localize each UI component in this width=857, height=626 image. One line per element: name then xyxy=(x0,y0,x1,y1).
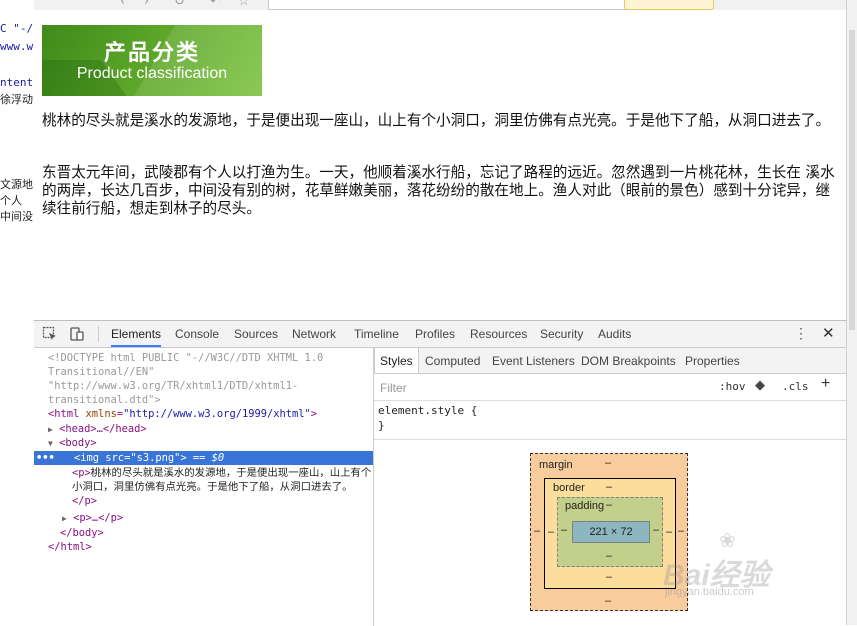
banner-title-en: Product classification xyxy=(76,65,228,82)
head-node[interactable]: ▶ <head>…</head> xyxy=(48,422,373,437)
padding-left-value[interactable]: – xyxy=(561,524,567,536)
p-node-collapsed[interactable]: ▶ <p>…</p> xyxy=(62,511,373,526)
rule-divider xyxy=(374,439,846,440)
html-close-tag[interactable]: </html> xyxy=(48,540,373,554)
bg-fragment: 个人 xyxy=(0,194,22,207)
tab-resources[interactable]: Resources xyxy=(470,321,527,346)
box-model-margin[interactable]: margin – – – – border – – – – padding – … xyxy=(530,453,688,611)
tab-security[interactable]: Security xyxy=(540,321,583,346)
bg-fragment: 中间没 xyxy=(0,210,33,223)
margin-label: margin xyxy=(539,459,573,471)
more-options-icon[interactable]: ⋮ xyxy=(794,325,808,342)
tab-audits[interactable]: Audits xyxy=(598,321,631,346)
tab-console[interactable]: Console xyxy=(175,321,219,346)
border-bottom-value[interactable]: – xyxy=(606,571,612,583)
bg-fragment: C "-/ xyxy=(0,22,34,35)
banner-title-cn: 产品分类 xyxy=(103,41,200,66)
expand-arrow-icon[interactable]: ▶ xyxy=(62,514,67,523)
bg-fragment: www.w xyxy=(0,40,34,53)
collapse-arrow-icon[interactable]: ▼ xyxy=(48,439,53,448)
devtools-panel: Elements Console Sources Network Timelin… xyxy=(34,320,846,626)
padding-right-value[interactable]: – xyxy=(653,524,659,536)
body-close-tag[interactable]: </body> xyxy=(60,526,373,540)
undo-icon[interactable]: ↶ xyxy=(210,0,221,9)
styles-subtabs: Styles Computed Event Listeners DOM Brea… xyxy=(374,348,846,374)
tab-network[interactable]: Network xyxy=(292,321,336,346)
padding-label: padding xyxy=(565,500,605,512)
reload-icon[interactable]: ↻ xyxy=(174,0,185,9)
rule-selector: element.style { xyxy=(378,404,478,417)
selected-img-node[interactable]: ••• <img src="s3.png"> == $0 xyxy=(34,451,373,465)
styles-pane: Styles Computed Event Listeners DOM Brea… xyxy=(374,348,846,626)
box-model-padding[interactable]: padding – – – – 221 × 72 xyxy=(557,497,663,567)
bg-fragment: 徐浮动 xyxy=(0,93,33,106)
bg-fragment: ntent xyxy=(0,76,34,89)
margin-left-value[interactable]: – xyxy=(534,525,540,537)
tab-dom-breakpoints[interactable]: DOM Breakpoints xyxy=(581,348,676,373)
new-style-rule-button[interactable]: + xyxy=(821,375,830,393)
product-banner: 产品分类 Product classification xyxy=(42,25,262,96)
tab-profiles[interactable]: Profiles xyxy=(415,321,455,346)
tab-event-listeners[interactable]: Event Listeners xyxy=(492,348,575,373)
doctype-line[interactable]: "http://www.w3.org/TR/xhtml1/DTD/xhtml1- xyxy=(48,379,373,393)
cls-toggle[interactable]: .cls xyxy=(782,380,809,393)
padding-top-value[interactable]: – xyxy=(606,499,612,511)
close-icon[interactable]: ✕ xyxy=(822,324,835,342)
background-window-left: C "-/ www.w ntent 徐浮动 文源地 个人 中间没 xyxy=(0,0,35,625)
filter-bar: :hov ◆ .cls + xyxy=(374,374,846,401)
doctype-line[interactable]: Transitional//EN" xyxy=(48,365,373,379)
selection-marker[interactable]: ••• xyxy=(36,451,55,465)
element-style-rule[interactable]: element.style { } xyxy=(378,403,477,433)
inspect-element-icon[interactable] xyxy=(42,326,58,342)
background-window-right xyxy=(846,0,857,625)
expand-arrow-icon[interactable]: ▶ xyxy=(48,425,53,434)
box-model-border[interactable]: border – – – – padding – – – – 221 × 72 xyxy=(544,478,676,589)
tab-styles[interactable]: Styles xyxy=(374,348,419,373)
margin-bottom-value[interactable]: – xyxy=(605,595,611,607)
address-bar[interactable] xyxy=(268,0,636,10)
border-label: border xyxy=(553,482,585,494)
paragraph-2: 东晋太元年间，武陵郡有个人以打渔为生。一天，他顺着溪水行船，忘记了路程的远近。忽… xyxy=(42,164,835,217)
p-node[interactable]: <p>桃林的尽头就是溪水的发源地，于是便出现一座山，山上有个小洞口，洞里仿佛有点… xyxy=(72,466,372,508)
tab-sources[interactable]: Sources xyxy=(234,321,278,346)
color-format-icon[interactable]: ◆ xyxy=(755,377,765,393)
devtools-tabbar: Elements Console Sources Network Timelin… xyxy=(34,321,846,348)
bg-fragment: 文源地 xyxy=(0,178,33,191)
tab-elements[interactable]: Elements xyxy=(111,321,162,347)
border-top-value[interactable]: – xyxy=(606,481,612,493)
tab-timeline[interactable]: Timeline xyxy=(354,321,399,346)
scrollbar[interactable] xyxy=(849,30,855,330)
filter-input[interactable] xyxy=(378,379,682,397)
device-mode-icon[interactable] xyxy=(69,326,85,342)
border-right-value[interactable]: – xyxy=(666,526,672,538)
html-node[interactable]: <html xmlns="http://www.w3.org/1999/xhtm… xyxy=(48,407,373,421)
forward-icon[interactable]: › xyxy=(144,0,149,9)
box-model-content-size[interactable]: 221 × 72 xyxy=(572,521,650,543)
page-viewport: 产品分类 Product classification 桃林的尽头就是溪水的发源… xyxy=(34,10,846,320)
margin-right-value[interactable]: – xyxy=(678,525,684,537)
rule-close: } xyxy=(378,419,385,432)
back-icon[interactable]: ‹ xyxy=(120,0,125,9)
tab-properties[interactable]: Properties xyxy=(685,348,740,373)
doctype-line[interactable]: <!DOCTYPE html PUBLIC "-//W3C//DTD XHTML… xyxy=(48,351,373,365)
doctype-line[interactable]: transitional.dtd"> xyxy=(48,393,373,407)
elements-tree: <!DOCTYPE html PUBLIC "-//W3C//DTD XHTML… xyxy=(34,348,373,626)
hov-toggle[interactable]: :hov xyxy=(719,380,746,393)
padding-bottom-value[interactable]: – xyxy=(606,550,612,562)
body-node[interactable]: ▼ <body> xyxy=(48,436,373,451)
border-left-value[interactable]: – xyxy=(548,526,554,538)
star-icon[interactable]: ☆ xyxy=(238,0,250,9)
paragraph-1: 桃林的尽头就是溪水的发源地，于是便出现一座山，山上有个小洞口，洞里仿佛有点光亮。… xyxy=(42,112,831,129)
tab-computed[interactable]: Computed xyxy=(425,348,480,373)
toolbar-separator xyxy=(98,326,99,342)
margin-top-value[interactable]: – xyxy=(605,457,611,469)
extension-badge[interactable] xyxy=(624,0,714,10)
